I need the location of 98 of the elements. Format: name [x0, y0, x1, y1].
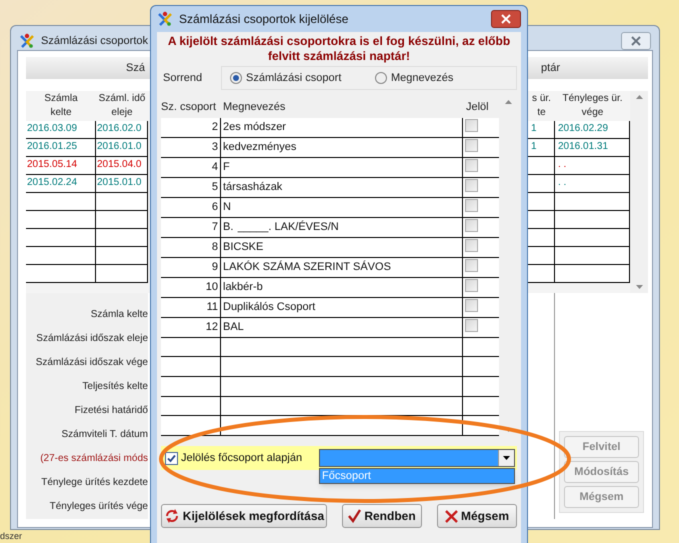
- checkmark-icon: [167, 454, 176, 462]
- form-label: Ténylege ürítés kezdete: [41, 476, 148, 490]
- table-cell: 2016.01.31: [555, 139, 630, 157]
- checkbox[interactable]: [465, 138, 478, 152]
- table-cell: 8: [161, 238, 221, 257]
- form-label: Számla kelte: [90, 308, 148, 322]
- form-label: (27-es számlázási móds: [40, 452, 148, 466]
- table-cell: . .: [555, 157, 630, 175]
- column-header: Számla kelte: [43, 92, 79, 120]
- table-cell: 2016.03.09: [26, 121, 96, 139]
- form-label: Teljesítés kelte: [82, 380, 148, 394]
- close-icon: [631, 36, 641, 46]
- table-cell: 2015.05.14: [26, 157, 96, 175]
- table-cell-text: lakbér-b: [222, 280, 264, 295]
- form-label: Tényleges ürítés vége: [50, 500, 148, 514]
- form-label: Számlázási időszak eleje: [36, 332, 148, 346]
- table-cell: 4: [161, 158, 221, 177]
- radio-option[interactable]: Megnevezés: [367, 70, 512, 86]
- checkbox[interactable]: [465, 218, 478, 232]
- dialog-button[interactable]: Kijelölések megfordítása: [161, 504, 327, 528]
- checkbox[interactable]: [465, 158, 478, 172]
- table-cell-text: 2es módszer: [222, 120, 287, 135]
- column-header: s ür. te: [531, 92, 552, 120]
- table-cell: 2015.04.0: [96, 157, 148, 175]
- close-button[interactable]: [621, 32, 651, 50]
- table-cell-text: társasházak: [222, 180, 284, 195]
- form-label: Fizetési határidő: [74, 404, 148, 418]
- close-button[interactable]: [491, 10, 521, 28]
- scroll-up-icon: [504, 100, 512, 104]
- checkbox[interactable]: [465, 318, 478, 332]
- column-header: Tényleges ür. vége: [561, 92, 624, 120]
- column-header: Megnevezés: [222, 100, 286, 116]
- radio-button[interactable]: [230, 72, 242, 84]
- desktop-caption: dszer: [0, 530, 22, 543]
- checkbox[interactable]: [465, 118, 478, 132]
- table-cell: 2016.01.25: [26, 139, 96, 157]
- table-cell: 1: [528, 139, 555, 157]
- checkbox[interactable]: [465, 198, 478, 212]
- table-cell: 2015.01.0: [96, 175, 148, 193]
- checkbox[interactable]: [465, 178, 478, 192]
- table-cell: 7: [161, 218, 221, 237]
- dialog-button[interactable]: Rendben: [342, 504, 422, 528]
- table-cell: 2015.02.24: [26, 175, 96, 193]
- caret-icon: [503, 456, 510, 460]
- scroll-down-icon: [636, 285, 642, 289]
- checkbox[interactable]: [465, 298, 478, 312]
- form-label: Számviteli T. dátum: [61, 428, 148, 442]
- section-title: Szá: [126, 60, 145, 76]
- table-cell-text: LAKÓK SZÁMA SZERINT SÁVOS: [222, 260, 392, 275]
- column-header: Jelöl: [465, 100, 490, 116]
- table-cell-text: kedvezményes: [222, 140, 298, 155]
- window-title: Számlázási csoportok: [41, 34, 148, 49]
- dialog-title: Számlázási csoportok kijelölése: [179, 11, 348, 28]
- table-cell-text: BICSKE: [222, 240, 264, 255]
- app-icon: [157, 11, 173, 27]
- main-group-checkbox[interactable]: Jelölés főcsoport alapján: [161, 450, 319, 466]
- table-cell: . .: [555, 175, 630, 193]
- table-cell: 2016.02.29: [555, 121, 630, 139]
- table-cell: 2: [161, 118, 221, 137]
- scrollbar[interactable]: [630, 91, 648, 293]
- x-icon: [444, 510, 458, 522]
- table-cell: 11: [161, 298, 221, 317]
- table-cell: 1: [528, 121, 555, 139]
- table-cell: 2016.02.0: [96, 121, 148, 139]
- app-icon: [19, 33, 35, 49]
- checkmark-icon: [348, 509, 362, 523]
- table-cell-text: B. _____. LAK/ÉVES/N: [222, 220, 340, 235]
- table-cell: [528, 157, 555, 175]
- checkbox[interactable]: [465, 238, 478, 252]
- column-header: Sz. csoport: [161, 100, 218, 116]
- form-label: Számlázási időszak vége: [36, 356, 148, 370]
- table-cell-text: Duplikálós Csoport: [222, 300, 316, 315]
- close-icon: [501, 14, 511, 24]
- table-cell: 9: [161, 258, 221, 277]
- radio-option[interactable]: Számlázási csoport: [222, 70, 367, 86]
- checkbox[interactable]: [165, 452, 178, 464]
- warning-text: A kijelölt számlázási csoportokra is el fog készülni, az előbb felvitt számlázási naptár!: [166, 33, 512, 64]
- table-cell: 5: [161, 178, 221, 197]
- table-cell-text: N: [222, 200, 232, 215]
- table-cell: 2016.01.0: [96, 139, 148, 157]
- group-dropdown[interactable]: [319, 449, 515, 467]
- column-header: Száml. idő eleje: [98, 92, 146, 120]
- scroll-up-icon: [636, 95, 642, 99]
- dropdown-button[interactable]: [498, 450, 514, 466]
- sort-label: Sorrend: [162, 70, 204, 86]
- section-title: ptár: [541, 60, 560, 76]
- table-cell: 10: [161, 278, 221, 297]
- checkbox[interactable]: [465, 258, 478, 272]
- table-cell: 6: [161, 198, 221, 217]
- table-cell: [528, 175, 555, 193]
- radio-button[interactable]: [375, 72, 387, 84]
- table-cell-text: BAL: [222, 320, 245, 335]
- checkbox[interactable]: [465, 278, 478, 292]
- dialog-button[interactable]: Mégsem: [437, 504, 517, 528]
- table-cell-text: F: [222, 160, 231, 175]
- table-cell: 12: [161, 318, 221, 337]
- refresh-icon: [164, 508, 180, 524]
- table-cell: 3: [161, 138, 221, 157]
